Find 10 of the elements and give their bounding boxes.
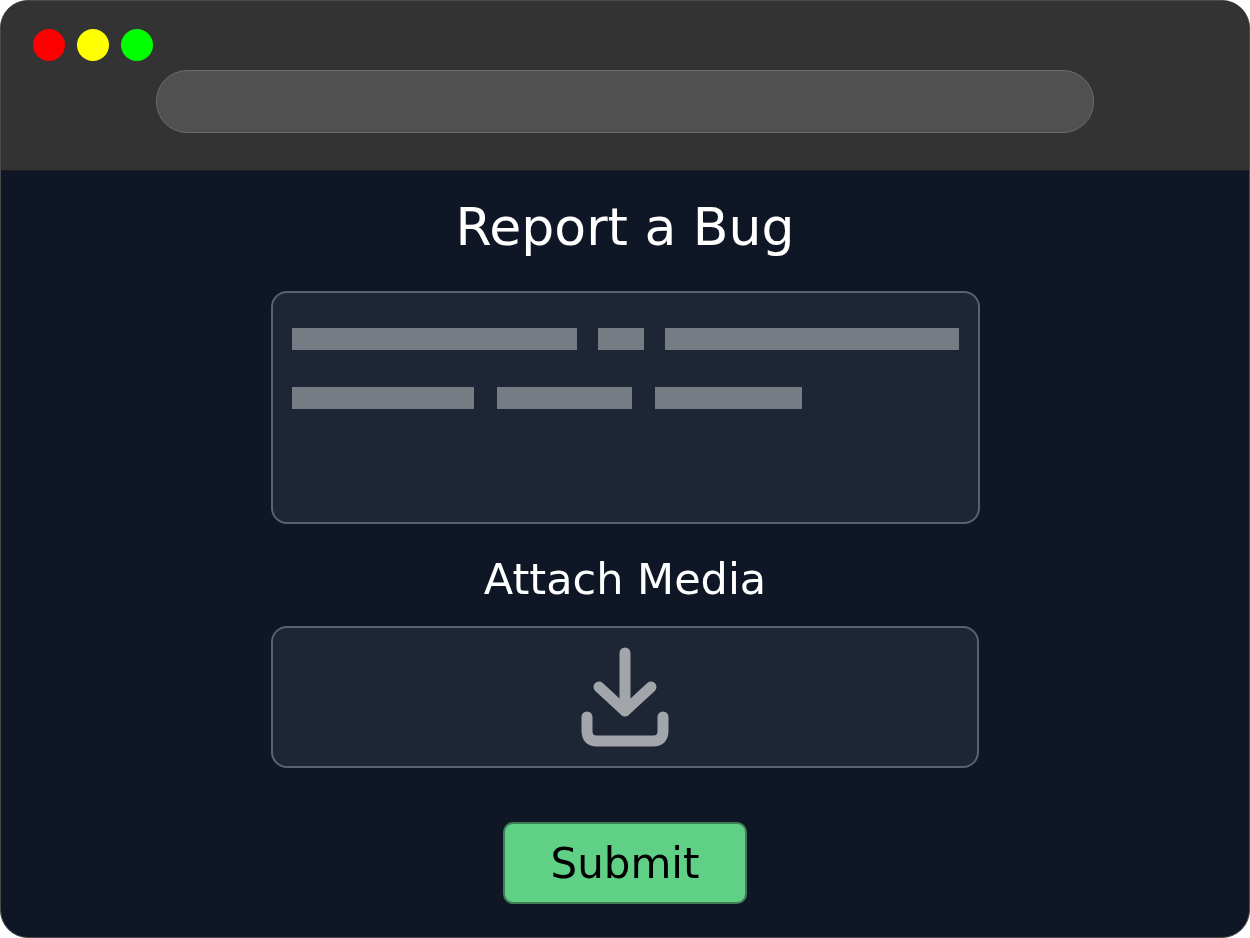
window-control-dot[interactable] (33, 29, 65, 61)
window-control-dot[interactable] (121, 29, 153, 61)
submit-button[interactable]: Submit (503, 822, 747, 904)
window-control-dot[interactable] (77, 29, 109, 61)
placeholder-bar (597, 328, 644, 350)
media-drop-zone[interactable] (271, 626, 979, 768)
download-icon (581, 647, 669, 747)
page-title: Report a Bug (455, 196, 795, 259)
attach-media-label: Attach Media (483, 554, 767, 604)
description-field[interactable] (270, 291, 980, 524)
